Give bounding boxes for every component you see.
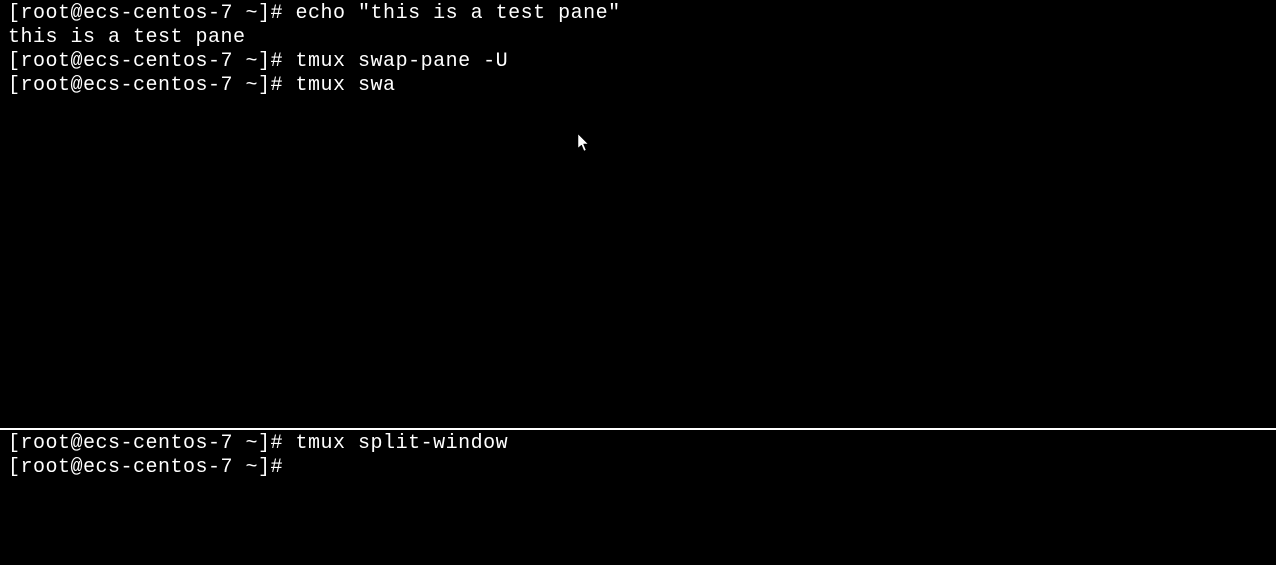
terminal-line: [root@ecs-centos-7 ~]#	[8, 456, 1268, 480]
command-text: echo "this is a test pane"	[296, 2, 621, 25]
output-text: this is a test pane	[8, 26, 246, 49]
command-text: tmux swa	[296, 74, 396, 97]
mouse-cursor-icon	[578, 134, 590, 152]
shell-prompt: [root@ecs-centos-7 ~]#	[8, 2, 296, 25]
terminal-line: [root@ecs-centos-7 ~]# tmux split-window	[8, 432, 1268, 456]
command-text: tmux split-window	[296, 432, 509, 455]
tmux-pane-top[interactable]: [root@ecs-centos-7 ~]# echo "this is a t…	[0, 0, 1276, 428]
shell-prompt: [root@ecs-centos-7 ~]#	[8, 74, 296, 97]
command-text: tmux swap-pane -U	[296, 50, 509, 73]
shell-prompt: [root@ecs-centos-7 ~]#	[8, 456, 296, 479]
terminal-output: this is a test pane	[8, 26, 1268, 50]
terminal-line: [root@ecs-centos-7 ~]# tmux swap-pane -U	[8, 50, 1268, 74]
terminal-line: [root@ecs-centos-7 ~]# echo "this is a t…	[8, 2, 1268, 26]
tmux-pane-bottom[interactable]: [root@ecs-centos-7 ~]# tmux split-window…	[0, 430, 1276, 565]
shell-prompt: [root@ecs-centos-7 ~]#	[8, 50, 296, 73]
terminal-line: [root@ecs-centos-7 ~]# tmux swa	[8, 74, 1268, 98]
shell-prompt: [root@ecs-centos-7 ~]#	[8, 432, 296, 455]
terminal-window[interactable]: [root@ecs-centos-7 ~]# echo "this is a t…	[0, 0, 1276, 565]
